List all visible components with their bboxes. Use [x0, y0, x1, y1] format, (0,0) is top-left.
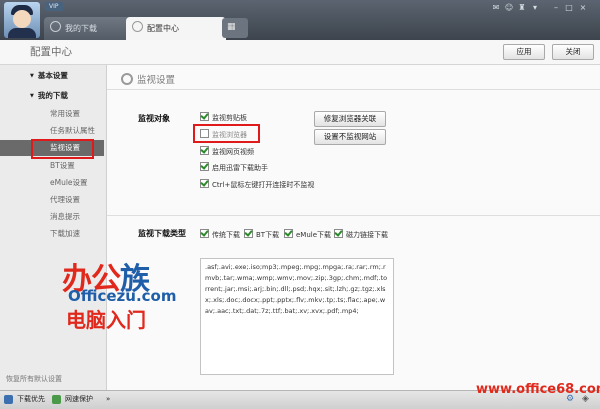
monitor-types-label: 监视下载类型 — [138, 229, 186, 238]
download-priority-button[interactable]: 下载优先 — [2, 393, 45, 406]
highlight-box-browser — [193, 124, 260, 143]
sidebar-item-emule[interactable]: eMule设置 — [50, 177, 88, 188]
restore-defaults-link[interactable]: 恢复所有默认设置 — [6, 374, 62, 384]
speed-protect-icon — [52, 395, 61, 404]
checkbox-label: 传统下载 — [212, 231, 240, 239]
config-header: 配置中心 应用 关闭 — [0, 40, 600, 65]
speed-protect-button[interactable]: 网速保护 — [50, 393, 93, 406]
divider — [107, 215, 600, 216]
checkbox-download-helper[interactable]: 启用迅雷下载助手 — [200, 162, 268, 173]
user-icon[interactable]: ☺ — [504, 3, 514, 13]
sidebar-item-task-defaults[interactable]: 任务默认属性 — [50, 125, 95, 136]
sidebar-item-bt[interactable]: BT设置 — [50, 160, 75, 171]
sidebar-item-common[interactable]: 常用设置 — [50, 108, 80, 119]
monitor-section-icon — [121, 73, 133, 85]
dropdown-icon[interactable]: ▾ — [530, 3, 540, 13]
checkbox-label: Ctrl+鼠标左键打开连接时不监视 — [212, 181, 315, 189]
no-monitor-site-button[interactable]: 设置不监视网站 — [314, 129, 386, 145]
watermark-slogan: 电脑入门 — [66, 308, 146, 332]
checkbox-box — [244, 229, 253, 238]
repair-browser-button[interactable]: 修复浏览器关联 — [314, 111, 386, 127]
checkbox-box — [334, 229, 343, 238]
sidebar-item-notify[interactable]: 消息提示 — [50, 211, 80, 222]
checkbox-label: BT下载 — [256, 231, 280, 239]
download-priority-icon — [4, 395, 13, 404]
app-grid-button[interactable]: ▦ — [222, 18, 248, 38]
page-title: 配置中心 — [30, 46, 72, 58]
highlight-box-sidebar — [31, 139, 94, 159]
checkbox-magnet[interactable]: 磁力链接下载 — [334, 229, 388, 240]
shirt-icon[interactable]: ♜ — [517, 3, 527, 13]
gift-icon[interactable]: ✉ — [491, 3, 501, 13]
avatar-body — [8, 28, 36, 38]
expand-icon[interactable]: » — [106, 393, 110, 406]
config-tab-icon — [132, 21, 143, 32]
maximize-icon[interactable]: □ — [564, 3, 574, 13]
apply-button[interactable]: 应用 — [503, 44, 545, 60]
tab-label: 配置中心 — [147, 24, 179, 33]
avatar[interactable] — [4, 2, 40, 38]
checkbox-web-video[interactable]: 监视网页视频 — [200, 146, 254, 157]
section-title-text: 监视设置 — [137, 75, 176, 86]
download-tab-icon — [50, 21, 61, 32]
checkbox-clipboard[interactable]: 监视剪贴板 — [200, 112, 247, 123]
checkbox-label: eMule下载 — [296, 231, 332, 239]
minimize-icon[interactable]: – — [551, 3, 561, 13]
sidebar-item-proxy[interactable]: 代理设置 — [50, 194, 80, 205]
sidebar-item-accelerate[interactable]: 下载加速 — [50, 228, 80, 239]
status-label: 网速保护 — [65, 395, 93, 403]
extensions-textarea[interactable]: .asf;.avi;.exe;.iso;mp3;.mpeg;.mpg;.mpga… — [200, 258, 394, 375]
checkbox-ctrl-click[interactable]: Ctrl+鼠标左键打开连接时不监视 — [200, 179, 314, 190]
checkbox-box — [284, 229, 293, 238]
close-button[interactable]: 关闭 — [552, 44, 594, 60]
checkbox-label: 监视剪贴板 — [212, 114, 247, 122]
checkbox-box — [200, 146, 209, 155]
grid-icon: ▦ — [227, 22, 236, 32]
status-label: 下载优先 — [17, 395, 45, 403]
tab-config-center[interactable]: 配置中心 — [126, 17, 226, 40]
checkbox-label: 启用迅雷下载助手 — [212, 164, 268, 172]
checkbox-box — [200, 112, 209, 121]
monitor-objects-label: 监视对象 — [138, 114, 170, 123]
avatar-face — [13, 10, 31, 28]
checkbox-label: 磁力链接下载 — [346, 231, 388, 239]
title-bar: VIP 我的下载 配置中心 ▦ ✉ ☺ ♜ ▾ – □ × — [0, 0, 600, 40]
divider — [107, 89, 600, 90]
checkbox-label: 监视网页视频 — [212, 148, 254, 156]
checkbox-traditional[interactable]: 传统下载 — [200, 229, 240, 240]
tab-label: 我的下载 — [65, 24, 97, 33]
vip-badge[interactable]: VIP — [45, 2, 63, 11]
checkbox-box — [200, 162, 209, 171]
checkbox-box — [200, 179, 209, 188]
checkbox-emule[interactable]: eMule下载 — [284, 229, 331, 240]
tab-my-downloads[interactable]: 我的下载 — [44, 17, 136, 40]
watermark-site: www.office68.com — [476, 382, 600, 397]
sidebar-group-my-downloads[interactable]: 我的下载 — [30, 90, 68, 101]
sidebar-group-basic[interactable]: 基本设置 — [30, 70, 68, 81]
sidebar: 基本设置 我的下载 常用设置 任务默认属性 监视设置 BT设置 eMule设置 … — [0, 65, 107, 390]
section-title: 监视设置 — [121, 72, 175, 86]
watermark-domain: Officezu.com — [68, 287, 177, 305]
main-panel: 监视设置 监视对象 监视剪贴板 监视浏览器 监视网页视频 启用迅雷下载助手 Ct… — [107, 65, 600, 390]
close-icon[interactable]: × — [578, 3, 588, 13]
checkbox-bt[interactable]: BT下载 — [244, 229, 279, 240]
checkbox-box — [200, 229, 209, 238]
